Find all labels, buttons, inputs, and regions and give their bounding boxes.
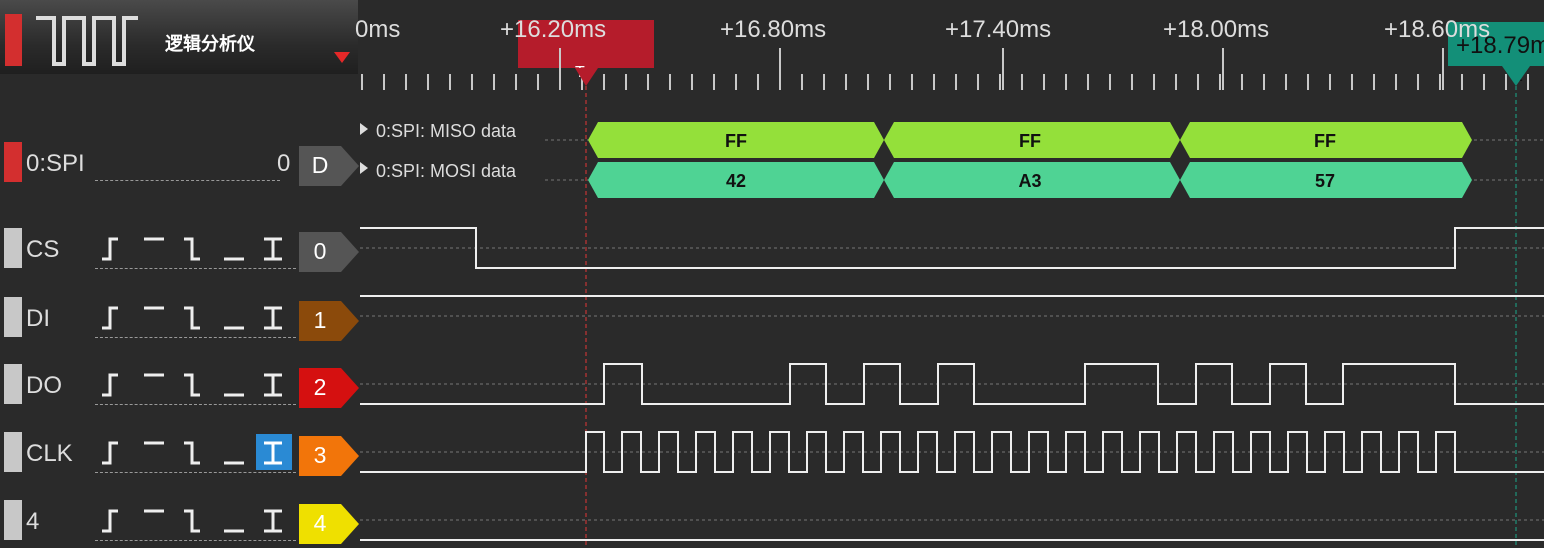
channel-number: 3 — [313, 442, 327, 468]
time-tick-label: 0ms — [355, 16, 401, 43]
channel-name: 4 — [26, 508, 40, 535]
any-edge-icon — [264, 306, 282, 330]
channel-row-do[interactable]: DO 2 — [0, 360, 360, 410]
rising-edge-icon — [102, 441, 118, 465]
channel-color-swatch[interactable] — [4, 432, 22, 472]
channel-name: DO — [26, 372, 62, 399]
rising-edge-icon — [102, 373, 118, 397]
mosi-row-label: 0:SPI: MOSI data — [376, 161, 517, 181]
decoder-channel-row[interactable]: 0:SPI 0 D — [0, 138, 360, 188]
trigger-buttons[interactable] — [100, 438, 300, 468]
time-tick-label: +18.00ms — [1163, 16, 1270, 43]
channel-color-swatch[interactable] — [4, 364, 22, 404]
miso-row-label: 0:SPI: MISO data — [376, 121, 517, 141]
channel-number: 2 — [313, 374, 327, 400]
miso-packet-value[interactable]: FF — [1000, 131, 1060, 152]
rising-edge-icon — [102, 509, 118, 533]
channel-color-swatch[interactable] — [4, 297, 22, 337]
falling-edge-icon — [184, 306, 200, 330]
waveform-area[interactable] — [360, 0, 1544, 548]
any-edge-icon — [264, 441, 282, 465]
mosi-packet-value[interactable]: 57 — [1295, 171, 1355, 192]
app-accent-bar — [5, 14, 22, 66]
cursor-marker-label: 1 — [1512, 64, 1524, 86]
channel-name: 0:SPI — [26, 150, 85, 177]
channel-color-swatch[interactable] — [4, 228, 22, 268]
expand-triangle-icon[interactable] — [360, 162, 368, 174]
trigger-buttons[interactable] — [100, 303, 300, 333]
trigger-buttons[interactable] — [100, 506, 300, 536]
miso-packet-value[interactable]: FF — [1295, 131, 1355, 152]
channel-sidebar: 逻辑分析仪 0:SPI 0 D CS 0 DI 1 DO 2 CLK 3 4 4 — [0, 0, 360, 548]
mosi-packet-value[interactable]: A3 — [1000, 171, 1060, 192]
time-tick-label: +16.20ms — [500, 16, 607, 43]
channel-divider — [95, 404, 296, 405]
channel-value: 0 — [277, 150, 291, 177]
falling-edge-icon — [184, 237, 200, 261]
channel-divider — [95, 268, 296, 269]
channel-number: 4 — [313, 510, 327, 536]
channel-name: CLK — [26, 440, 73, 467]
channel-number: 0 — [313, 238, 327, 264]
channel-name: DI — [26, 305, 50, 332]
channel-divider — [95, 472, 296, 473]
channel-divider — [95, 337, 296, 338]
trigger-buttons[interactable] — [100, 370, 300, 400]
falling-edge-icon — [184, 373, 200, 397]
rising-edge-icon — [102, 306, 118, 330]
any-edge-icon — [264, 509, 282, 533]
time-tick-label: +17.40ms — [945, 16, 1052, 43]
rising-edge-icon — [102, 237, 118, 261]
expand-triangle-icon[interactable] — [360, 123, 368, 135]
app-menu-chevron-down-icon[interactable] — [334, 52, 350, 63]
app-header: 逻辑分析仪 — [0, 0, 358, 74]
trigger-marker-label: T — [575, 64, 585, 81]
channel-divider — [95, 540, 296, 541]
time-tick-label: +16.80ms — [720, 16, 827, 43]
channel-row-clk[interactable]: CLK 3 — [0, 428, 360, 478]
any-edge-icon — [264, 373, 282, 397]
channel-row-cs[interactable]: CS 0 — [0, 224, 360, 274]
channel-divider — [95, 180, 280, 181]
channel-row-4[interactable]: 4 4 — [0, 496, 360, 546]
app-title: 逻辑分析仪 — [165, 34, 255, 54]
channel-number: D — [311, 152, 329, 178]
channel-number: 1 — [313, 307, 327, 333]
any-edge-icon — [264, 237, 282, 261]
channel-name: CS — [26, 236, 60, 263]
channel-color-swatch[interactable] — [4, 142, 22, 182]
cursor-marker-time: +18.79ms — [1456, 32, 1544, 59]
channel-row-di[interactable]: DI 1 — [0, 293, 360, 343]
trigger-buttons[interactable] — [100, 234, 300, 264]
falling-edge-icon — [184, 441, 200, 465]
falling-edge-icon — [184, 509, 200, 533]
channel-color-swatch[interactable] — [4, 500, 22, 540]
logic-analyzer-logo-icon — [36, 16, 138, 66]
mosi-packet-value[interactable]: 42 — [706, 171, 766, 192]
miso-packet-value[interactable]: FF — [706, 131, 766, 152]
